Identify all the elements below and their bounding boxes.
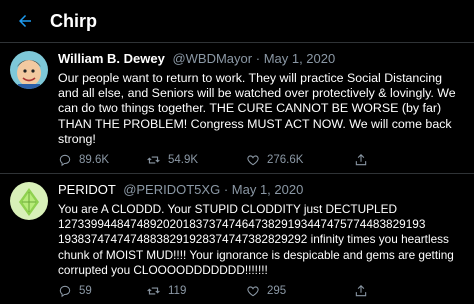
tweet-date[interactable]: May 1, 2020	[264, 51, 336, 66]
top-bar: Chirp	[0, 0, 474, 43]
tweet[interactable]: PERIDOT @PERIDOT5XG · May 1, 2020 You ar…	[0, 174, 474, 304]
avatar[interactable]	[10, 51, 48, 89]
tweet-actions: 89.6K 54.9K 276.6K	[58, 153, 464, 167]
author-name[interactable]: PERIDOT	[58, 182, 116, 197]
back-button[interactable]	[0, 12, 50, 30]
like-count: 276.6K	[267, 154, 304, 167]
separator: ·	[255, 51, 261, 66]
reply-button[interactable]: 59	[58, 284, 146, 298]
like-count: 295	[267, 285, 287, 298]
like-button[interactable]: 276.6K	[246, 153, 354, 167]
share-icon	[355, 154, 367, 166]
retweet-count: 119	[168, 285, 187, 298]
share-icon	[355, 285, 367, 297]
reply-icon	[59, 154, 71, 167]
page-title: Chirp	[50, 10, 97, 31]
share-button[interactable]	[354, 153, 375, 167]
tweet-header: PERIDOT @PERIDOT5XG · May 1, 2020	[58, 182, 464, 198]
tweet-text: You are A CLODDD. Your STUPID CLODDITY j…	[58, 202, 454, 277]
share-button[interactable]	[354, 284, 375, 298]
author-handle[interactable]: @WBDMayor	[172, 51, 252, 66]
tweet-actions: 59 119 295	[58, 284, 464, 298]
reply-count: 59	[79, 285, 92, 298]
separator: ·	[223, 182, 229, 198]
retweet-count: 54.9K	[168, 154, 199, 167]
arrow-left-icon	[19, 15, 31, 27]
author-name[interactable]: William B. Dewey	[58, 51, 165, 66]
retweet-button[interactable]: 54.9K	[146, 153, 246, 167]
avatar[interactable]	[10, 182, 48, 221]
tweet-header: William B. Dewey @WBDMayor · May 1, 2020	[58, 51, 464, 67]
reply-icon	[59, 285, 71, 298]
tweet-text: Our people want to return to work. They …	[58, 71, 456, 146]
author-handle[interactable]: @PERIDOT5XG	[123, 182, 220, 197]
like-icon	[247, 155, 259, 166]
tweet[interactable]: William B. Dewey @WBDMayor · May 1, 2020…	[0, 43, 474, 175]
tweet-date[interactable]: May 1, 2020	[232, 182, 304, 197]
reply-button[interactable]: 89.6K	[58, 153, 146, 167]
retweet-button[interactable]: 119	[146, 284, 246, 298]
retweet-icon	[147, 287, 160, 295]
like-button[interactable]: 295	[246, 284, 354, 298]
like-icon	[247, 286, 259, 297]
retweet-icon	[147, 156, 160, 164]
reply-count: 89.6K	[79, 154, 110, 167]
